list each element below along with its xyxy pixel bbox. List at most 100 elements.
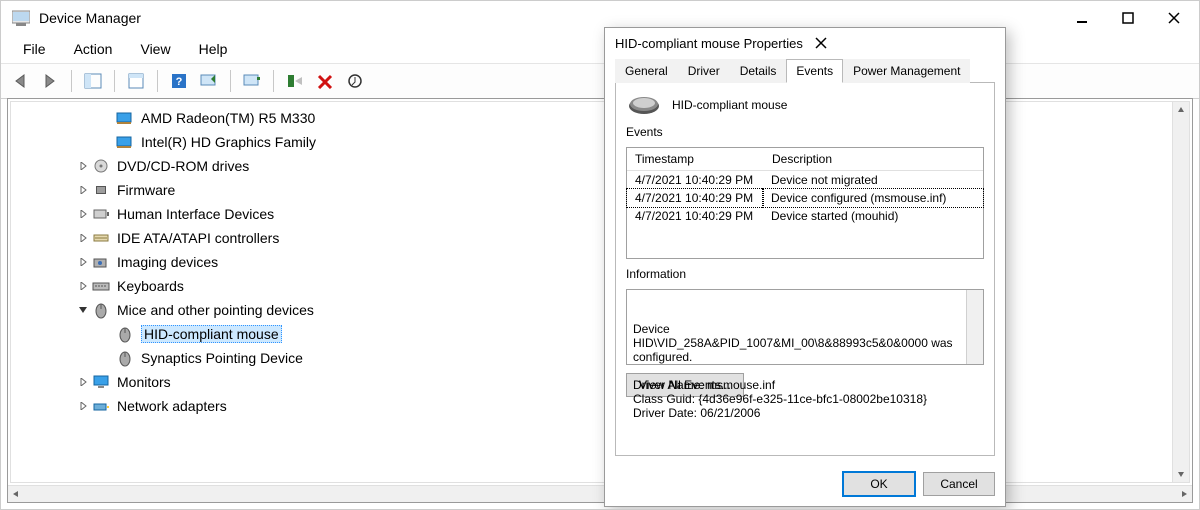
dialog-titlebar[interactable]: HID-compliant mouse Properties [605,28,1005,58]
enable-device-button[interactable] [342,68,368,94]
hid-icon [91,204,111,224]
tree-item-label: Synaptics Pointing Device [141,350,303,366]
information-textbox[interactable]: Device HID\VID_258A&PID_1007&MI_00\8&889… [626,289,984,365]
svg-text:?: ? [176,76,183,88]
scroll-left-button[interactable] [8,486,24,502]
information-text: Device HID\VID_258A&PID_1007&MI_00\8&889… [633,322,959,420]
monitor-icon [91,372,111,392]
menu-file[interactable]: File [9,37,60,61]
camera-icon [91,252,111,272]
separator [71,70,72,92]
events-list[interactable]: Timestamp Description 4/7/2021 10:40:29 … [626,147,984,259]
events-label: Events [626,125,984,139]
help-button[interactable]: ? [166,68,192,94]
scrollbar-horizontal[interactable] [8,485,1192,502]
event-row[interactable]: 4/7/2021 10:40:29 PMDevice configured (m… [627,189,983,207]
dialog-close-button[interactable] [803,31,839,55]
mouse-icon [115,348,135,368]
tab-events[interactable]: Events [786,59,843,83]
chip-icon [91,180,111,200]
event-timestamp: 4/7/2021 10:40:29 PM [627,189,763,207]
tree-item-label: Firmware [117,182,175,198]
expand-caret[interactable] [99,134,115,150]
back-button[interactable] [7,68,33,94]
tree-item-label: IDE ATA/ATAPI controllers [117,230,279,246]
event-timestamp: 4/7/2021 10:40:29 PM [627,207,763,225]
tab-power-management[interactable]: Power Management [843,59,970,83]
mouse-icon [91,300,111,320]
toolbar: ? [1,64,1199,99]
expand-caret[interactable] [75,398,91,414]
network-icon [91,396,111,416]
tree-item-label: DVD/CD-ROM drives [117,158,249,174]
forward-button[interactable] [37,68,63,94]
uninstall-device-button[interactable] [282,68,308,94]
expand-caret[interactable] [75,374,91,390]
menu-view[interactable]: View [126,37,184,61]
expand-caret[interactable] [75,254,91,270]
event-description: Device configured (msmouse.inf) [763,189,983,207]
separator [114,70,115,92]
dialog-title: HID-compliant mouse Properties [615,36,803,51]
expand-caret[interactable] [75,182,91,198]
column-header-description[interactable]: Description [764,148,983,170]
ok-button[interactable]: OK [843,472,915,496]
gpu-icon [115,132,135,152]
tree-item-label: Intel(R) HD Graphics Family [141,134,316,150]
column-header-timestamp[interactable]: Timestamp [627,148,764,170]
event-row[interactable]: 4/7/2021 10:40:29 PMDevice not migrated [627,171,983,189]
window-title: Device Manager [39,10,141,26]
gpu-icon [115,108,135,128]
tree-item-label: AMD Radeon(TM) R5 M330 [141,110,315,126]
cancel-button[interactable]: Cancel [923,472,995,496]
client-area: AMD Radeon(TM) R5 M330 Intel(R) HD Graphi… [7,98,1193,503]
app-icon [11,8,31,28]
close-button[interactable] [1151,3,1197,33]
menubar: File Action View Help [1,35,1199,64]
expand-caret[interactable] [99,110,115,126]
scrollbar-vertical[interactable] [1172,102,1189,482]
scroll-down-button[interactable] [1173,466,1189,482]
titlebar: Device Manager [1,1,1199,35]
event-timestamp: 4/7/2021 10:40:29 PM [627,171,763,189]
tree-item-label: Keyboards [117,278,184,294]
expand-caret[interactable] [75,230,91,246]
separator [273,70,274,92]
tree-item-label: Monitors [117,374,171,390]
scroll-up-button[interactable] [1173,102,1189,118]
expand-caret[interactable] [75,302,91,318]
tree-item-label: HID-compliant mouse [141,325,282,343]
scroll-right-button[interactable] [1176,486,1192,502]
separator [157,70,158,92]
tab-page-events: HID-compliant mouse Events Timestamp Des… [615,83,995,456]
scan-hardware-button[interactable] [196,68,222,94]
update-driver-button[interactable] [239,68,265,94]
separator [230,70,231,92]
event-description: Device not migrated [763,171,983,189]
expand-caret[interactable] [75,206,91,222]
expand-caret[interactable] [99,350,115,366]
show-hide-tree-button[interactable] [80,68,106,94]
tree-item-label: Network adapters [117,398,227,414]
information-label: Information [626,267,984,281]
menu-help[interactable]: Help [185,37,242,61]
properties-button[interactable] [123,68,149,94]
maximize-button[interactable] [1105,3,1151,33]
expand-caret[interactable] [75,278,91,294]
expand-caret[interactable] [99,326,115,342]
event-row[interactable]: 4/7/2021 10:40:29 PMDevice started (mouh… [627,207,983,225]
keyboard-icon [91,276,111,296]
minimize-button[interactable] [1059,3,1105,33]
tree-item-label: Human Interface Devices [117,206,274,222]
tab-driver[interactable]: Driver [678,59,730,83]
expand-caret[interactable] [75,158,91,174]
tree-item-label: Imaging devices [117,254,218,270]
device-name: HID-compliant mouse [672,98,787,112]
mouse-icon [626,93,662,117]
tab-details[interactable]: Details [730,59,787,83]
ide-icon [91,228,111,248]
disable-device-button[interactable] [312,68,338,94]
menu-action[interactable]: Action [60,37,127,61]
scroll-thumb[interactable] [967,290,983,312]
tab-general[interactable]: General [615,59,678,83]
